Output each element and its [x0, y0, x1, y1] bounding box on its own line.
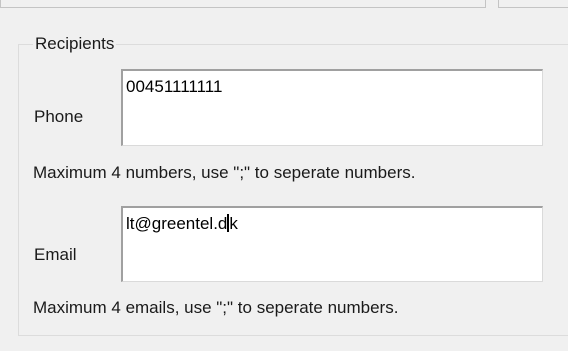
upper-panel-frame — [0, 0, 486, 8]
email-input-value-before-caret: lt@greentel.d — [126, 214, 228, 233]
email-hint: Maximum 4 emails, use ";" to seperate nu… — [33, 298, 399, 317]
email-label: Email — [34, 245, 77, 264]
upper-panel-frame-right — [498, 0, 568, 8]
phone-input[interactable]: 00451111111 — [121, 69, 543, 146]
email-input[interactable]: lt@greentel.d k — [121, 206, 543, 282]
phone-input-value: 00451111111 — [126, 77, 223, 96]
phone-hint: Maximum 4 numbers, use ";" to seperate n… — [33, 163, 416, 182]
phone-label: Phone — [34, 107, 84, 126]
recipients-group-title: Recipients — [33, 34, 117, 54]
email-input-value-after-caret: k — [229, 214, 238, 233]
